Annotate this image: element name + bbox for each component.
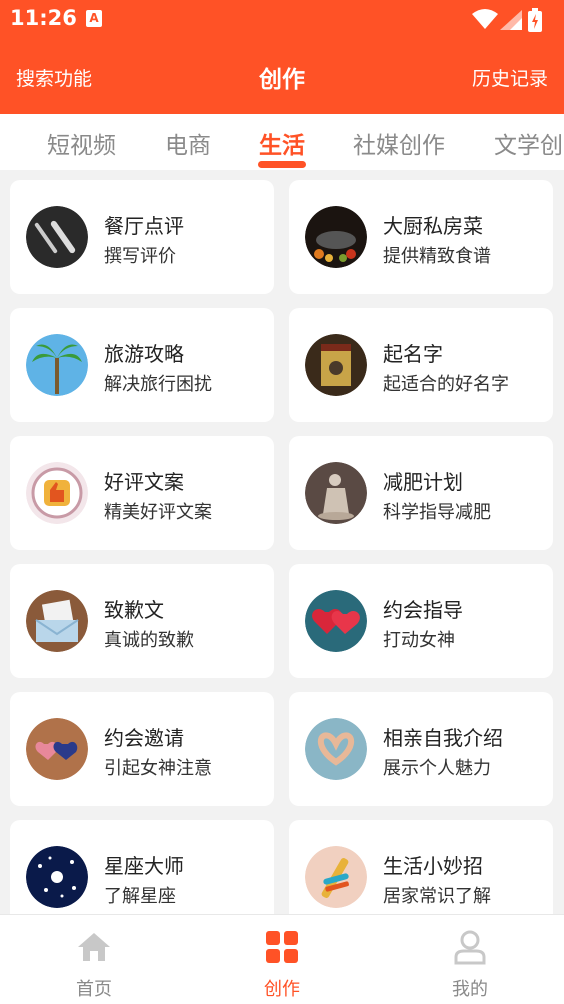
card-title: 大厨私房菜	[383, 214, 483, 238]
toothbrush-icon	[305, 846, 367, 908]
nav-home[interactable]: 首页	[44, 929, 144, 1001]
name-plaque-icon	[305, 334, 367, 396]
card-subtitle: 提供精致食谱	[383, 246, 491, 267]
signal-icon	[500, 10, 522, 30]
card-subtitle: 精美好评文案	[104, 502, 212, 523]
card-subtitle: 真诚的致歉	[104, 630, 194, 651]
card-title: 约会指导	[383, 598, 463, 622]
card-title: 相亲自我介绍	[383, 726, 503, 750]
user-icon	[454, 930, 486, 965]
card-title: 减肥计划	[383, 470, 463, 494]
two-hearts-icon	[26, 718, 88, 780]
nav-create-label: 创作	[264, 979, 300, 1000]
tab-ecommerce[interactable]: 电商	[165, 126, 211, 160]
card-subtitle: 解决旅行困扰	[104, 374, 212, 395]
card-title: 致歉文	[104, 598, 164, 622]
card-positive-review[interactable]: 好评文案 精美好评文案	[10, 436, 274, 550]
thumbs-up-icon	[26, 462, 88, 524]
card-title: 生活小妙招	[383, 854, 483, 878]
card-title: 星座大师	[104, 854, 184, 878]
card-title: 好评文案	[104, 470, 184, 494]
card-chef-recipes[interactable]: 大厨私房菜 提供精致食谱	[289, 180, 553, 294]
bottom-nav: 首页 创作 我的	[0, 914, 564, 1004]
card-naming[interactable]: 起名字 起适合的好名字	[289, 308, 553, 422]
fork-knife-icon	[26, 206, 88, 268]
home-icon	[78, 933, 110, 961]
card-diet-plan[interactable]: 减肥计划 科学指导减肥	[289, 436, 553, 550]
card-life-hacks[interactable]: 生活小妙招 居家常识了解	[289, 820, 553, 914]
card-date-invitation[interactable]: 约会邀请 引起女神注意	[10, 692, 274, 806]
history-button[interactable]: 历史记录	[472, 64, 548, 91]
envelope-letter-icon	[26, 590, 88, 652]
hearts-icon	[305, 590, 367, 652]
nav-profile[interactable]: 我的	[420, 929, 520, 1001]
card-grid: 餐厅点评 撰写评价 大厨私房菜 提供精致食谱 旅游攻略 解决旅行困扰 起名字 起…	[0, 178, 564, 914]
tab-social-media[interactable]: 社媒创作	[353, 126, 445, 160]
hand-heart-icon	[305, 718, 367, 780]
tab-literature[interactable]: 文学创	[494, 126, 563, 160]
card-horoscope-master[interactable]: 星座大师 了解星座	[10, 820, 274, 914]
card-title: 约会邀请	[104, 726, 184, 750]
top-bar: 11:26 A 搜索功能 创作 历史记录	[0, 0, 564, 114]
card-subtitle: 引起女神注意	[104, 758, 212, 779]
card-title: 餐厅点评	[104, 214, 184, 238]
card-subtitle: 打动女神	[383, 630, 455, 651]
statue-icon	[305, 462, 367, 524]
palm-tree-icon	[26, 334, 88, 396]
card-subtitle: 了解星座	[104, 886, 176, 907]
status-time: 11:26	[10, 6, 77, 30]
active-tab-indicator	[258, 161, 306, 168]
card-title: 起名字	[383, 342, 443, 366]
card-dating-guide[interactable]: 约会指导 打动女神	[289, 564, 553, 678]
nav-home-label: 首页	[76, 979, 112, 1000]
status-bar: 11:26 A	[0, 0, 564, 38]
nav-create[interactable]: 创作	[232, 929, 332, 1001]
card-title: 旅游攻略	[104, 342, 184, 366]
card-subtitle: 科学指导减肥	[383, 502, 491, 523]
wifi-icon	[472, 9, 498, 29]
starry-sky-icon	[26, 846, 88, 908]
nav-profile-label: 我的	[452, 979, 488, 1000]
card-subtitle: 居家常识了解	[383, 886, 491, 907]
card-travel-guide[interactable]: 旅游攻略 解决旅行困扰	[10, 308, 274, 422]
tab-life[interactable]: 生活	[259, 126, 305, 160]
grid-icon	[266, 931, 298, 963]
header-nav: 搜索功能 创作 历史记录	[0, 50, 564, 102]
card-restaurant-review[interactable]: 餐厅点评 撰写评价	[10, 180, 274, 294]
card-apology[interactable]: 致歉文 真诚的致歉	[10, 564, 274, 678]
notification-a-icon: A	[86, 10, 102, 27]
wok-icon	[305, 206, 367, 268]
tab-short-video[interactable]: 短视频	[47, 126, 116, 160]
card-subtitle: 撰写评价	[104, 246, 176, 267]
card-subtitle: 起适合的好名字	[383, 374, 509, 395]
card-blind-date-intro[interactable]: 相亲自我介绍 展示个人魅力	[289, 692, 553, 806]
card-subtitle: 展示个人魅力	[383, 758, 491, 779]
system-icons	[472, 8, 552, 32]
battery-icon	[528, 8, 542, 32]
